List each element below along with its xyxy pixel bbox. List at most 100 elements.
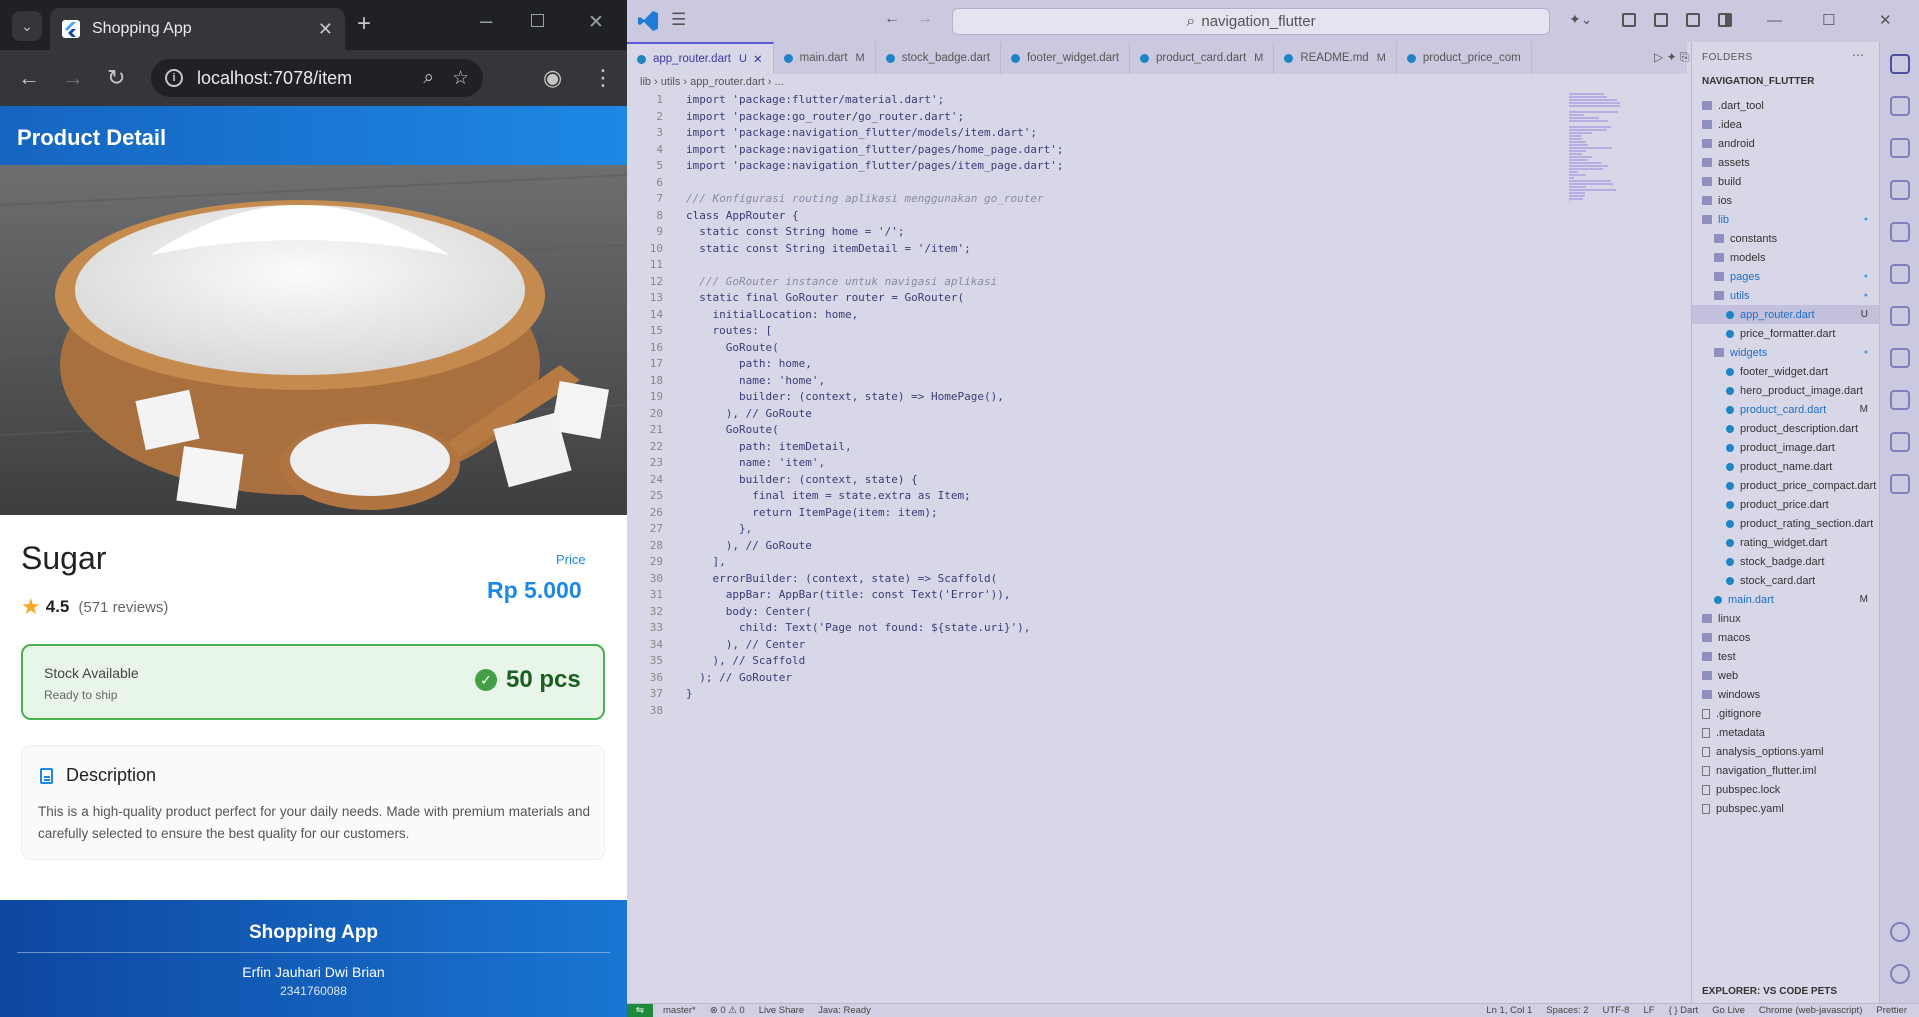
code-line[interactable]: 7 /// Konfigurasi routing aplikasi menggu… [627,191,1064,208]
status-item[interactable]: Ln 1, Col 1 [1486,1005,1532,1016]
tree-item[interactable]: product_name.dart [1692,457,1880,476]
code-line[interactable]: 23 name: 'item', [627,455,1064,472]
maximize-icon[interactable] [531,14,544,27]
tree-item[interactable]: main.dart M [1692,590,1880,609]
remote-indicator-icon[interactable]: ⇋ [627,1003,653,1017]
copilot-icon[interactable]: ✦⌄ [1569,11,1592,28]
settings-gear-icon[interactable] [1890,964,1910,984]
vscode-minimize-icon[interactable]: — [1767,0,1782,42]
code-line[interactable]: 25 final item = state.extra as Item; [627,488,1064,505]
tree-item[interactable]: .idea [1692,115,1880,134]
tree-item[interactable]: macos [1692,628,1880,647]
edit-icon[interactable] [1890,390,1910,410]
code-line[interactable]: 15 routes: [ [627,323,1064,340]
new-tab-icon[interactable]: + [357,10,371,38]
tree-item[interactable]: lib ● [1692,210,1880,229]
minimap[interactable] [1569,92,1629,203]
code-line[interactable]: 32 body: Center( [627,604,1064,621]
vscode-close-icon[interactable]: ✕ [1879,0,1892,42]
back-icon[interactable]: ← [18,50,40,106]
tree-item[interactable]: .dart_tool [1692,96,1880,115]
live-share-icon[interactable] [1890,474,1910,494]
editor-tab[interactable]: main.dart M [774,42,876,74]
code-line[interactable]: 10 static const String itemDetail = '/it… [627,241,1064,258]
code-line[interactable]: 14 initialLocation: home, [627,307,1064,324]
code-line[interactable]: 21 GoRoute( [627,422,1064,439]
status-item[interactable]: LF [1643,1005,1654,1016]
status-item[interactable]: Prettier [1876,1005,1907,1016]
status-item[interactable]: UTF-8 [1603,1005,1630,1016]
minimize-icon[interactable]: – [480,8,492,34]
tree-item[interactable]: pubspec.yaml [1692,799,1880,818]
toggle-sidebar-icon[interactable] [1654,13,1668,27]
code-line[interactable]: 5 import 'package:navigation_flutter/page… [627,158,1063,175]
tree-item[interactable]: android [1692,134,1880,153]
code-line[interactable]: 4 import 'package:navigation_flutter/page… [627,142,1063,159]
url-text[interactable]: localhost:7078/item [197,68,405,89]
tree-item[interactable]: product_price_compact.dart [1692,476,1880,495]
code-line[interactable]: 38 [627,703,1064,720]
bookmark-star-icon[interactable]: ☆ [452,67,469,90]
status-item[interactable]: Live Share [759,1005,804,1016]
tree-item[interactable]: hero_product_image.dart [1692,381,1880,400]
code-line[interactable]: 31 appBar: AppBar(title: const Text('Err… [627,587,1064,604]
breadcrumb[interactable]: lib › utils › app_router.dart › ... [640,76,784,88]
layout-icon[interactable] [1622,13,1636,27]
code-line[interactable]: 35 ), // Scaffold [627,653,1064,670]
status-item[interactable]: { } Dart [1669,1005,1699,1016]
search-view-icon[interactable] [1890,96,1910,116]
code-line[interactable]: 6 [627,175,1064,192]
tree-item[interactable]: build [1692,172,1880,191]
editor-tab[interactable]: product_card.dart M [1130,42,1275,74]
status-item[interactable]: Java: Ready [818,1005,871,1016]
remote-explorer-icon[interactable] [1890,348,1910,368]
extensions-icon[interactable] [1890,138,1910,158]
code-line[interactable]: 29 ], [627,554,1064,571]
more-actions-icon[interactable]: ⋯ [1852,48,1864,62]
close-window-icon[interactable]: ✕ [588,11,604,34]
tree-item[interactable]: widgets ● [1692,343,1880,362]
tree-item[interactable]: pages ● [1692,267,1880,286]
tab-search-button[interactable]: ⌄ [12,11,42,41]
editor-tab[interactable]: product_price_com [1397,42,1532,74]
status-item[interactable]: Go Live [1712,1005,1745,1016]
tree-item[interactable]: .gitignore [1692,704,1880,723]
tree-item[interactable]: ios [1692,191,1880,210]
menu-icon[interactable]: ⋮ [592,50,614,106]
code-line[interactable]: 18 name: 'home', [627,373,1064,390]
code-line[interactable]: 24 builder: (context, state) { [627,472,1064,489]
editor-tab[interactable]: README.md M [1274,42,1397,74]
code-line[interactable]: 11 [627,257,1064,274]
vscode-maximize-icon[interactable]: ☐ [1822,0,1835,42]
tree-item[interactable]: app_router.dart U [1692,305,1880,324]
site-info-icon[interactable]: i [165,69,183,87]
tree-item[interactable]: linux [1692,609,1880,628]
close-tab-icon[interactable]: ✕ [318,19,333,40]
tree-item[interactable]: pubspec.lock [1692,780,1880,799]
tree-item[interactable]: constants [1692,229,1880,248]
toggle-secondary-sidebar-icon[interactable] [1718,13,1732,27]
tree-item[interactable]: test [1692,647,1880,666]
code-line[interactable]: 36 ); // GoRouter [627,670,1064,687]
toggle-panel-icon[interactable] [1686,13,1700,27]
reload-icon[interactable]: ↻ [107,50,125,106]
status-item[interactable]: Spaces: 2 [1546,1005,1588,1016]
status-item[interactable]: master* [663,1005,696,1016]
code-line[interactable]: 34 ), // Center [627,637,1064,654]
code-line[interactable]: 27 }, [627,521,1064,538]
tree-item[interactable]: product_image.dart [1692,438,1880,457]
tree-item[interactable]: web [1692,666,1880,685]
zoom-icon[interactable]: ⌕ [423,67,434,89]
editor-tab[interactable]: app_router.dart U ✕ [627,42,774,74]
tree-item[interactable]: product_description.dart [1692,419,1880,438]
code-line[interactable]: 33 child: Text('Page not found: ${state.… [627,620,1064,637]
code-line[interactable]: 22 path: itemDetail, [627,439,1064,456]
code-line[interactable]: 17 path: home, [627,356,1064,373]
code-line[interactable]: 9 static const String home = '/'; [627,224,1064,241]
tree-item[interactable]: windows [1692,685,1880,704]
code-line[interactable]: 20 ), // GoRoute [627,406,1064,423]
profile-icon[interactable]: ◉ [543,50,562,106]
root-folder[interactable]: NAVIGATION_FLUTTER [1702,76,1814,87]
status-item[interactable]: Chrome (web-javascript) [1759,1005,1862,1016]
close-tab-icon[interactable]: ✕ [753,52,763,66]
